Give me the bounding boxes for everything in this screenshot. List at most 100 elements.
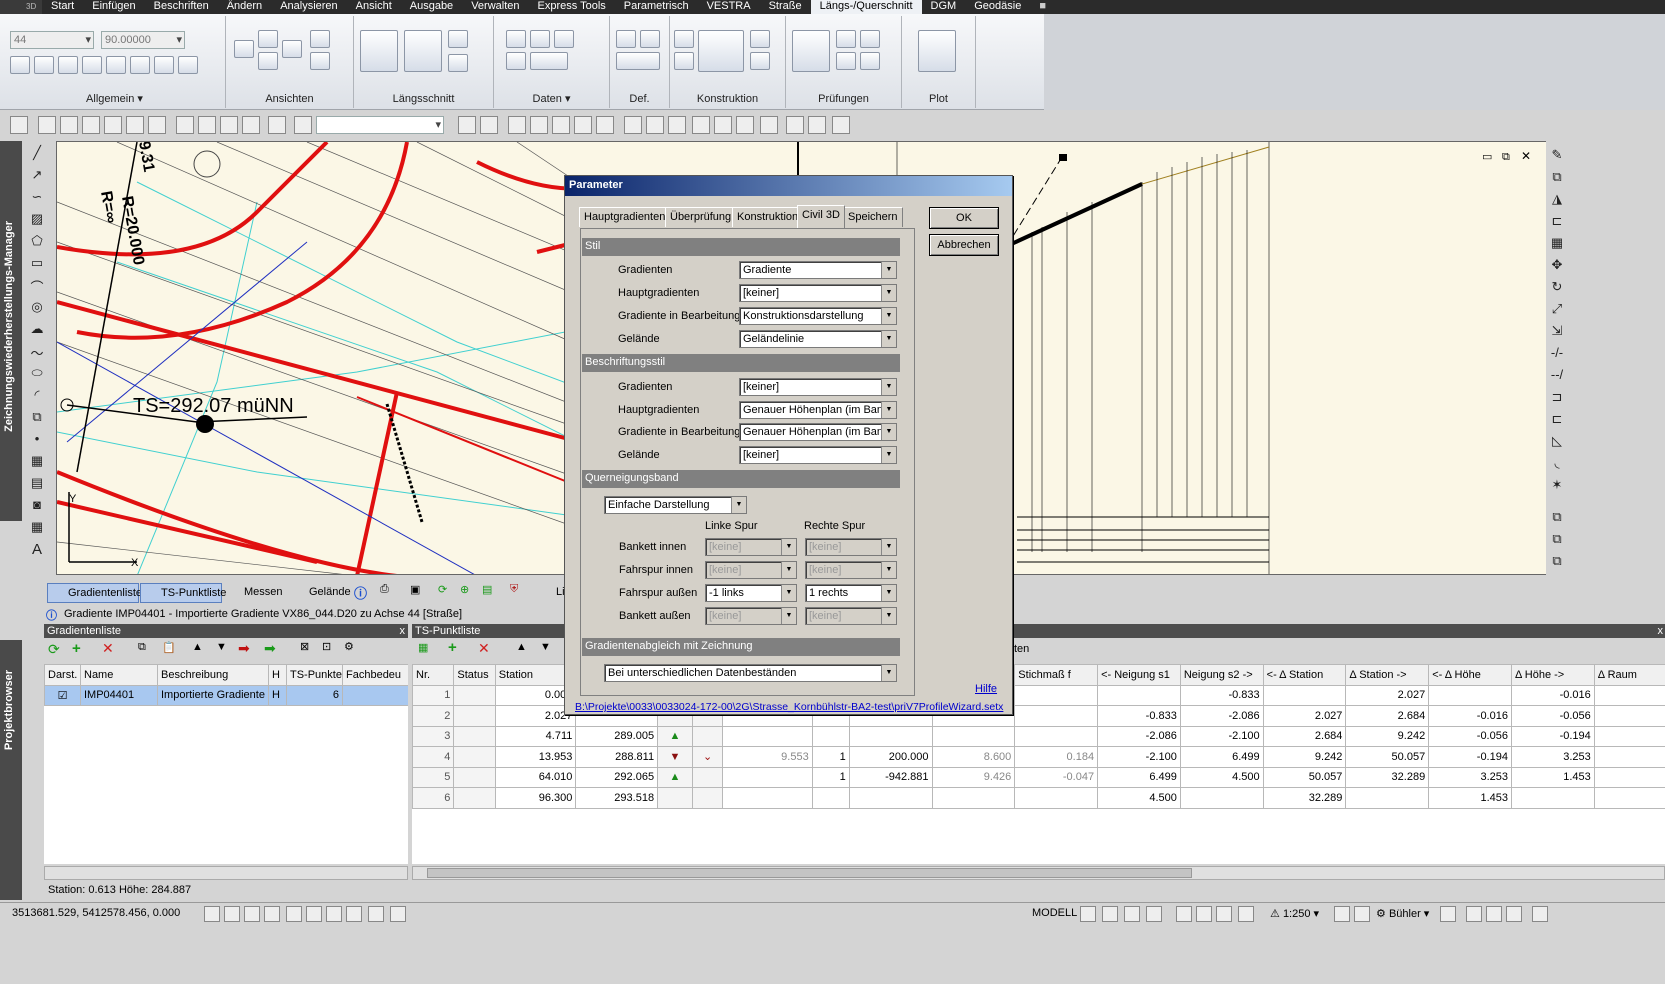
table-cell[interactable]: ⌄ <box>691 746 724 768</box>
ribbon-tool-icon[interactable] <box>506 30 526 48</box>
view-cube-icon[interactable] <box>82 116 100 134</box>
break-icon[interactable]: ⊐ <box>1548 389 1566 407</box>
block-icon[interactable]: ⧉ <box>28 409 46 427</box>
ok-button[interactable]: OK <box>929 207 999 229</box>
table-cell[interactable]: 289.005 <box>575 725 659 747</box>
table-cell[interactable]: -2.086 <box>1097 725 1181 747</box>
table-cell[interactable]: 1 <box>1593 766 1665 788</box>
table-cell[interactable] <box>453 746 496 768</box>
menu-straße[interactable]: Straße <box>760 0 811 14</box>
table-cell[interactable] <box>1179 787 1264 809</box>
table-cell[interactable]: -0.833 <box>1179 684 1264 706</box>
save-icon[interactable]: ▣ <box>410 583 428 603</box>
settings-icon[interactable]: ⚙ <box>344 640 354 653</box>
layer-icon[interactable]: ⧉ <box>1548 509 1566 527</box>
hatch-pattern-icon[interactable]: ▦ <box>28 453 46 471</box>
pan-icon[interactable] <box>1176 906 1192 922</box>
snap-icon[interactable] <box>624 116 642 134</box>
gradient-meaning-cell[interactable] <box>342 684 408 706</box>
scale-icon[interactable]: ⤢ <box>1548 301 1566 319</box>
app-menu-button[interactable]: 3D <box>0 0 42 14</box>
table-cell[interactable]: 96.300 <box>494 787 577 809</box>
minimize-icon[interactable]: ▭ <box>1482 151 1492 163</box>
table-cell[interactable]: 13.953 <box>494 746 577 768</box>
table-icon[interactable]: ▦ <box>418 641 428 654</box>
column-header[interactable]: <- Δ Station <box>1262 664 1347 686</box>
polyline-icon[interactable]: ↗ <box>28 167 46 185</box>
sync-mode-select[interactable]: Bei unterschiedlichen Datenbeständen <box>604 664 897 682</box>
menu-start[interactable]: Start <box>42 0 83 14</box>
layout-icon[interactable] <box>1146 906 1162 922</box>
layer-icon[interactable]: ⧉ <box>1548 531 1566 549</box>
column-header[interactable]: Fachbedeu <box>342 664 408 686</box>
camera-icon[interactable] <box>268 116 286 134</box>
table-cell[interactable]: -0.833 <box>1097 705 1181 727</box>
table-cell[interactable]: 9.242 <box>1345 725 1430 747</box>
table-cell[interactable] <box>811 787 850 809</box>
join-icon[interactable]: ⊏ <box>1548 411 1566 429</box>
slope-marker-icon[interactable] <box>657 787 693 809</box>
grid-icon[interactable] <box>224 906 240 922</box>
lock-icon[interactable] <box>1440 906 1456 922</box>
ribbon-tool-icon[interactable] <box>750 30 770 48</box>
tab-civil-3d[interactable]: Civil 3D <box>797 205 845 228</box>
tab-messen[interactable]: Messen <box>224 583 286 603</box>
menu-ändern[interactable]: Ändern <box>218 0 271 14</box>
spline-icon[interactable]: ∽ <box>28 189 46 207</box>
help-link[interactable]: Hilfe <box>975 683 997 695</box>
refresh-icon[interactable]: ⟳ <box>438 583 456 603</box>
table-cell[interactable]: 1 <box>412 684 455 706</box>
snap-icon[interactable] <box>668 116 686 134</box>
snap-icon[interactable] <box>736 116 754 134</box>
table-cell[interactable] <box>848 787 933 809</box>
table-cell[interactable] <box>453 725 496 747</box>
ribbon-tool-icon[interactable] <box>750 52 770 70</box>
menu-verwalten[interactable]: Verwalten <box>462 0 528 14</box>
fahrspur-aussen-left-select[interactable]: -1 links <box>705 584 797 602</box>
model-space-button[interactable]: MODELL <box>1032 907 1077 919</box>
plot-icon[interactable] <box>918 30 956 72</box>
import-icon[interactable]: ➡ <box>238 640 250 657</box>
horizontal-scrollbar[interactable] <box>44 866 408 880</box>
view-combo[interactable] <box>316 116 444 134</box>
magnet-icon[interactable] <box>832 116 850 134</box>
undo-icon[interactable] <box>154 56 174 74</box>
table-cell[interactable] <box>722 725 813 747</box>
column-header[interactable]: Neigung s2 -> <box>1179 664 1264 686</box>
iso-view-icon[interactable] <box>176 116 194 134</box>
table-cell[interactable]: 1.453 <box>1428 787 1512 809</box>
annotation-scale[interactable]: ⚠ 1:250 ▾ <box>1270 907 1319 920</box>
table-cell[interactable] <box>1593 705 1665 727</box>
copy-icon[interactable]: ⧉ <box>138 641 146 654</box>
toolbar-tool-icon[interactable] <box>10 116 28 134</box>
tab-li[interactable]: Li <box>536 583 568 603</box>
table-cell[interactable]: 9.426 <box>931 766 1016 788</box>
offset-icon[interactable]: ⊏ <box>1548 213 1566 231</box>
table-cell[interactable]: -0.194 <box>1510 725 1595 747</box>
column-header[interactable]: <- Δ Höhe <box>1428 664 1512 686</box>
snap-icon[interactable] <box>596 116 614 134</box>
table-icon[interactable]: ▦ <box>28 519 46 537</box>
table-cell[interactable]: 9.242 <box>1262 746 1347 768</box>
fillet-icon[interactable]: ◟ <box>1548 455 1566 473</box>
line-icon[interactable]: ╱ <box>28 145 46 163</box>
menu-express-tools[interactable]: Express Tools <box>529 0 615 14</box>
rotate-icon[interactable]: ↻ <box>1548 279 1566 297</box>
column-header[interactable]: Status <box>453 664 496 686</box>
ribbon-tool-icon[interactable] <box>674 30 694 48</box>
delete-icon[interactable]: ✕ <box>102 640 114 657</box>
table-cell[interactable] <box>1097 684 1181 706</box>
table-cell[interactable]: 2 <box>412 705 455 727</box>
table-cell[interactable]: 6.499 <box>1179 746 1264 768</box>
snap-mode-icon[interactable] <box>204 906 220 922</box>
gradient-main-cell[interactable]: H <box>268 684 287 706</box>
trim-icon[interactable]: -/- <box>1548 345 1566 363</box>
table-row[interactable]: ☑ IMP04401 Importierte Gradiente ... H 6 <box>44 684 408 706</box>
ribbon-tool-icon[interactable] <box>258 52 278 70</box>
extend-icon[interactable]: --/ <box>1548 367 1566 385</box>
labelstyle-bearbeitung-select[interactable]: Genauer Höhenplan (im Band) <box>739 423 897 441</box>
column-header[interactable]: Darst. <box>44 664 81 686</box>
ribbon-tool-icon[interactable] <box>234 40 254 58</box>
layout-icon[interactable] <box>1080 906 1096 922</box>
ribbon-tool-icon[interactable] <box>674 52 694 70</box>
